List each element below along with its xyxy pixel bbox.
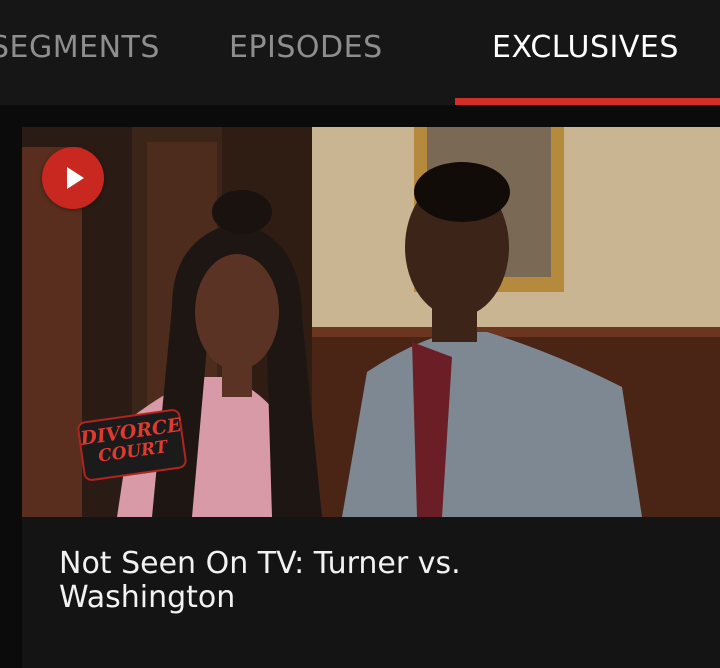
video-title[interactable]: Not Seen On TV: Turner vs. Washington [59,547,579,615]
tab-segments[interactable]: SEGMENTS [0,28,160,72]
play-icon [67,167,84,189]
tab-exclusives[interactable]: EXCLUSIVES [492,28,679,72]
active-tab-indicator [455,98,720,105]
tab-bar: SEGMENTS EPISODES EXCLUSIVES [0,0,720,105]
video-card[interactable]: DIVORCE COURT Not Seen On TV: Turner vs.… [22,127,720,668]
play-button[interactable] [42,147,104,209]
tab-episodes[interactable]: EPISODES [229,28,383,72]
video-thumbnail[interactable]: DIVORCE COURT [22,127,720,517]
